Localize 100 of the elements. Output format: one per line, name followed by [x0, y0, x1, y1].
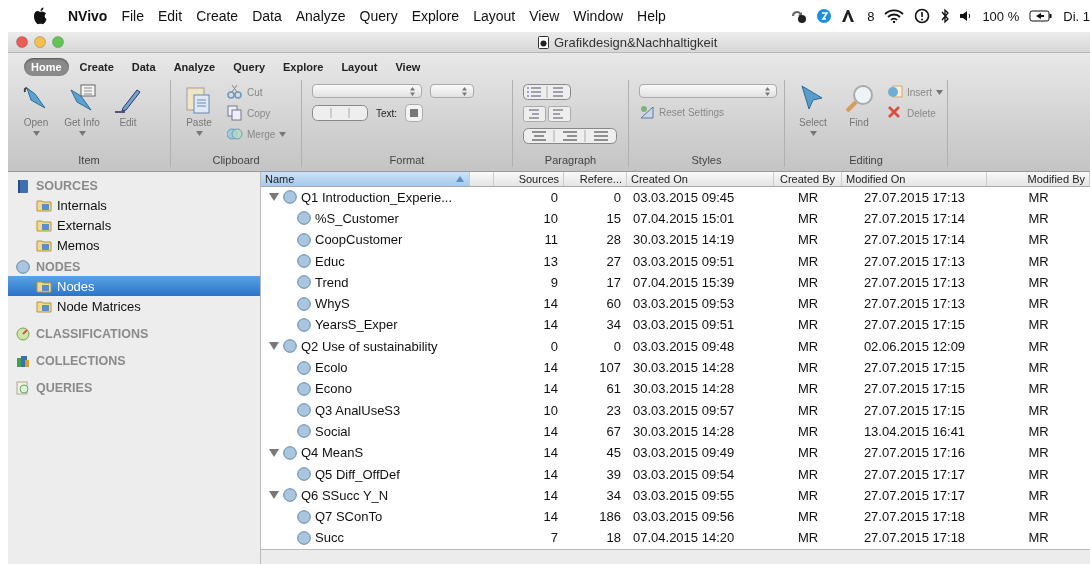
table-cell-text: 14 [542, 296, 559, 312]
zoom-button[interactable] [52, 36, 64, 48]
node-name[interactable]: Ecolo [315, 360, 348, 376]
node-name[interactable]: WhyS [315, 296, 350, 312]
group-label: Format [388, 154, 426, 167]
style-dropdown[interactable] [639, 84, 777, 98]
node-name[interactable]: Trend [315, 274, 349, 290]
sidebar-item[interactable]: Memos [8, 235, 260, 255]
alignment-buttons[interactable] [523, 128, 617, 144]
node-name[interactable]: Q7 SConTo [315, 509, 383, 525]
table-cell-text: MR [796, 360, 820, 376]
node-name[interactable]: Educ [315, 253, 345, 269]
table-cell-text: MR [1027, 530, 1050, 546]
menu-item[interactable]: Data [245, 8, 289, 24]
ribbon-tab[interactable]: Layout [334, 58, 385, 76]
table-cell-text: 03.03.2015 09:53 [632, 296, 736, 312]
menu-item[interactable]: File [114, 8, 151, 24]
node-name[interactable]: Q2 Use of sustainability [301, 338, 438, 354]
ribbon-tab[interactable]: Query [226, 58, 273, 76]
menu-item[interactable]: Create [189, 8, 246, 24]
sidebar-item[interactable]: Node Matrices [8, 296, 260, 316]
menu-item[interactable]: Window [566, 8, 631, 24]
table-cell-text: 03.03.2015 09:54 [632, 466, 736, 482]
node-icon [16, 260, 30, 274]
sidebar-item[interactable]: Internals [8, 195, 260, 215]
menu-item[interactable]: View [522, 8, 567, 24]
caret-icon [279, 131, 287, 137]
table-cell-text: 0 [549, 338, 559, 354]
indent-buttons[interactable] [523, 106, 571, 122]
node-icon [297, 360, 311, 375]
node-name[interactable]: Q4 MeanS [301, 445, 364, 461]
app-menu[interactable]: NVivo [48, 8, 115, 24]
ribbon-tab[interactable]: Create [72, 58, 121, 76]
ribbon-tab[interactable]: Analyze [166, 58, 223, 76]
insert-icon [887, 84, 903, 100]
menu-item[interactable]: Query [352, 8, 405, 24]
node-name[interactable]: Econo [315, 381, 352, 397]
node-name[interactable]: Q5 Diff_OffDef [315, 466, 400, 482]
node-name[interactable]: Q6 SSucc Y_N [301, 487, 389, 503]
volume-icon[interactable] [960, 10, 973, 22]
node-name[interactable]: Succ [315, 530, 344, 546]
window-title: Grafikdesign&Nachhaltigkeit [554, 34, 718, 50]
circles-icon [227, 126, 243, 142]
expanded-triangle-icon[interactable] [269, 490, 279, 501]
node-name[interactable]: Q3 AnalUseS3 [315, 402, 401, 418]
list-buttons[interactable] [523, 84, 571, 100]
color-swatch[interactable] [405, 104, 424, 122]
node-name[interactable]: YearsS_Exper [315, 317, 398, 333]
menu-item[interactable]: Edit [151, 8, 190, 24]
column-header[interactable]: Modified By [987, 172, 1090, 186]
sidebar-item[interactable]: Externals [8, 215, 260, 235]
table-cell-text: MR [1027, 317, 1050, 333]
expanded-triangle-icon[interactable] [269, 341, 279, 352]
size-dropdown[interactable] [430, 84, 474, 98]
column-header[interactable]: Created On [627, 172, 774, 186]
node-name[interactable]: Q1 Introduction_Experie... [301, 189, 453, 205]
menu-item[interactable]: Analyze [288, 8, 353, 24]
table-cell-text: MR [1027, 253, 1050, 269]
node-name[interactable]: %S_Customer [315, 210, 399, 226]
ribbon-tab[interactable]: View [388, 58, 428, 76]
menu-item[interactable]: Layout [466, 8, 523, 24]
battery-icon[interactable] [1029, 10, 1054, 22]
table-cell-text: 13 [542, 253, 559, 269]
battery-percentage: 100 % [982, 8, 1020, 24]
column-header[interactable]: Refere... [564, 172, 627, 186]
ribbon-tab[interactable]: Data [124, 58, 163, 76]
node-name[interactable]: CoopCustomer [315, 232, 403, 248]
close-button[interactable] [16, 36, 28, 48]
table-cell-text: 27.07.2015 17:14 [862, 232, 967, 248]
menu-item[interactable]: Help [630, 8, 673, 24]
reset-icon [639, 104, 655, 120]
table-cell-text: 27.07.2015 17:14 [862, 210, 967, 226]
table-cell-text: 18 [605, 530, 622, 546]
sidebar-item[interactable]: Nodes [8, 276, 260, 296]
sync-icon[interactable] [789, 8, 808, 24]
caret-icon [78, 131, 86, 136]
magnifier-icon [16, 381, 30, 395]
expanded-triangle-icon[interactable] [269, 192, 279, 203]
ribbon-tab[interactable]: Explore [276, 58, 331, 76]
bluetooth-icon[interactable] [940, 8, 951, 24]
font-dropdown[interactable] [312, 84, 422, 98]
table-cell-text: MR [1027, 210, 1050, 226]
table-cell-text: MR [1027, 360, 1050, 376]
menu-item[interactable]: Explore [404, 8, 467, 24]
node-name[interactable]: Social [315, 423, 351, 439]
node-icon [297, 296, 311, 311]
table-cell-text: MR [1027, 189, 1050, 205]
column-header[interactable]: Modified On [842, 172, 987, 186]
column-header[interactable]: Sources [494, 172, 564, 186]
table-cell-text: 14 [542, 381, 559, 397]
column-header[interactable]: Name [261, 172, 494, 186]
table-cell-text: 27.07.2015 17:16 [862, 445, 967, 461]
node-icon [297, 424, 311, 439]
group-label: Item [77, 154, 101, 167]
node-icon [297, 275, 311, 290]
table-cell-text: 07.04.2015 15:01 [632, 210, 736, 226]
wifi-icon[interactable] [884, 9, 905, 23]
clock[interactable]: Di. 1 [1063, 8, 1090, 24]
expanded-triangle-icon[interactable] [269, 447, 279, 458]
column-header[interactable]: Created By [774, 172, 842, 186]
